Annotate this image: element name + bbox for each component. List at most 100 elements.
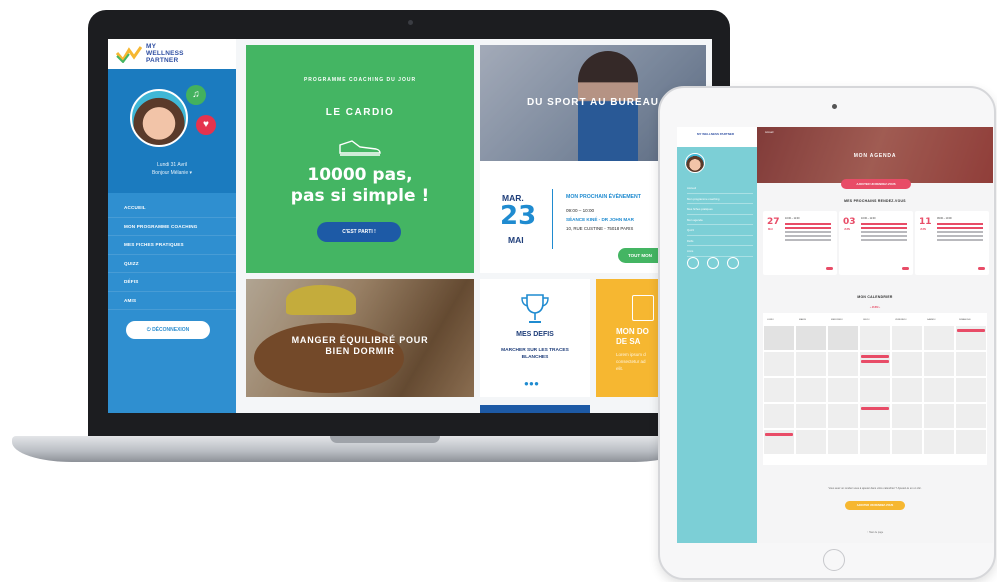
tablet-avatar[interactable] <box>685 153 705 173</box>
tablet-nav-coaching[interactable]: Mon programme coaching <box>687 194 753 204</box>
appointment-card[interactable]: 11 JUIN 09:00 – 10:00 <box>915 211 989 275</box>
sidebar-item-programme-coaching[interactable]: MON PROGRAMME COACHING <box>108 218 236 236</box>
health-file-title: MON DO DE SA <box>616 327 649 347</box>
calendar-event[interactable] <box>765 433 793 436</box>
profile-card: ♫ ♥ Lundi 31 Avril Bonjour Mélanie ▾ <box>108 69 236 193</box>
gear-icon[interactable] <box>727 257 739 269</box>
tablet-nav-fiches[interactable]: Mes fiches pratiques <box>687 204 753 215</box>
calendar-day-cell[interactable] <box>859 429 891 455</box>
calendar-day-cell[interactable] <box>923 325 955 351</box>
calendar-grid: ‹ JUIN › LUNDI MARDI MERCREDI JEUDI VENDREDI… <box>763 305 987 465</box>
carousel-dots[interactable]: ● ● ● <box>524 379 539 388</box>
sidebar-item-amis[interactable]: AMIS <box>108 292 236 310</box>
logo-mark-icon <box>116 46 142 63</box>
calendar-footer-text: Vous avez un rendez-vous à ajouter dans … <box>828 487 922 490</box>
profile-date: Lundi 31 Avril <box>157 162 187 168</box>
sidebar-item-fiches-pratiques[interactable]: MES FICHES PRATIQUES <box>108 236 236 255</box>
start-coaching-button[interactable]: C'EST PARTI ! <box>317 222 401 242</box>
calendar-day-cell[interactable] <box>891 351 923 377</box>
calendar-day-cell[interactable] <box>955 351 987 377</box>
logo-line-1: MY <box>146 43 157 50</box>
health-file-text-line-3: elit. <box>616 366 624 371</box>
calendar-day-cell[interactable] <box>795 403 827 429</box>
calendar-day-cell[interactable] <box>923 351 955 377</box>
sidebar-nav: ACCUEIL MON PROGRAMME COACHING MES FICHE… <box>108 199 236 310</box>
calendar-day-cell[interactable] <box>795 351 827 377</box>
calendar-day-cell[interactable] <box>859 377 891 403</box>
calendar-day-cell[interactable] <box>827 325 859 351</box>
calendar-event[interactable] <box>861 360 889 363</box>
calendar-day-cell[interactable] <box>827 403 859 429</box>
upcoming-title: MES PROCHAINS RENDEZ-VOUS <box>844 199 906 203</box>
calendar-day-cell[interactable] <box>955 429 987 455</box>
back-to-top-link[interactable]: ↑ Haut de page <box>867 531 883 534</box>
profile-date-greeting: Lundi 31 Avril Bonjour Mélanie ▾ <box>108 161 236 177</box>
calendar-day-cell[interactable] <box>891 429 923 455</box>
tablet-nav-agenda[interactable]: Mon agenda <box>687 215 753 225</box>
challenges-text-line-2: BLANCHES <box>521 355 549 360</box>
calendar-day-cell[interactable] <box>795 325 827 351</box>
appointment-action[interactable] <box>902 267 909 270</box>
sidebar-item-accueil[interactable]: ACCUEIL <box>108 199 236 218</box>
add-appointment-button[interactable]: AJOUTER UN RENDEZ-VOUS <box>841 179 911 189</box>
breadcrumb[interactable]: Accueil <box>765 131 773 134</box>
calendar-day-cell[interactable] <box>891 403 923 429</box>
notification-bell-icon[interactable]: ♫ <box>186 85 206 105</box>
tablet-nav-defis[interactable]: Défis <box>687 236 753 246</box>
calendar-day-cell[interactable] <box>955 403 987 429</box>
calendar-day-cell[interactable] <box>891 325 923 351</box>
challenges-tile[interactable]: MES DEFIS MARCHER SUR LES TRACES BLANCHE… <box>480 279 590 397</box>
logout-button[interactable]: ⏻ DÉCONNEXION <box>126 321 210 339</box>
sidebar-item-quizz[interactable]: QUIZZ <box>108 255 236 273</box>
calendar-day-cell[interactable] <box>891 377 923 403</box>
page-title: MON AGENDA <box>853 153 897 159</box>
calendar-day-cell[interactable] <box>827 377 859 403</box>
calendar-day-cell[interactable] <box>763 403 795 429</box>
sidebar-item-defis[interactable]: DÉFIS <box>108 273 236 292</box>
tablet-home-button <box>823 549 845 571</box>
tablet-screen: MY WELLNESS PARTNER Accueil Mon programm… <box>677 127 993 543</box>
calendar-day-cell[interactable] <box>923 429 955 455</box>
laptop-screen: MY WELLNESS PARTNER ♫ ♥ Lundi 31 Avril B… <box>108 39 712 413</box>
app-logo[interactable]: MY WELLNESS PARTNER <box>108 39 236 69</box>
tablet-camera <box>832 104 837 109</box>
tablet-nav-amis[interactable]: Amis <box>687 246 753 257</box>
trophy-icon <box>521 294 549 323</box>
appointment-card[interactable]: 03 JUIN 10:00 – 11:00 <box>839 211 913 275</box>
appointment-action[interactable] <box>826 267 833 270</box>
calendar-month-nav[interactable]: ‹ JUIN › <box>763 305 987 309</box>
appointment-action[interactable] <box>978 267 985 270</box>
calendar-event[interactable] <box>861 407 889 410</box>
calendar-weekday: SAMEDI <box>927 319 936 321</box>
calendar-day-cell[interactable] <box>763 325 795 351</box>
calendar-day-cell[interactable] <box>923 377 955 403</box>
coaching-headline: 10000 pas, pas si simple ! <box>246 165 474 207</box>
alert-badge-icon[interactable]: ♥ <box>196 115 216 135</box>
appointment-details <box>937 223 983 243</box>
calendar-weekday: VENDREDI <box>895 319 907 321</box>
calendar-day-cell[interactable] <box>955 377 987 403</box>
calendar-day-cell[interactable] <box>923 403 955 429</box>
tablet-nav-accueil[interactable]: Accueil <box>687 183 753 194</box>
calendar-weekday: LUNDI <box>767 319 774 321</box>
calendar-day-cell[interactable] <box>859 325 891 351</box>
nutrition-tile[interactable]: MANGER ÉQUILIBRÉ POUR BIEN DORMIR <box>246 279 474 397</box>
profile-greeting[interactable]: Bonjour Mélanie ▾ <box>108 169 236 177</box>
footer-add-appointment-button[interactable]: AJOUTER UN RENDEZ-VOUS <box>845 501 905 510</box>
avatar[interactable] <box>130 89 188 147</box>
calendar-day-cell[interactable] <box>795 429 827 455</box>
calendar-day-cell[interactable] <box>763 377 795 403</box>
tablet-nav-quizz[interactable]: Quizz <box>687 225 753 236</box>
calendar-event[interactable] <box>957 329 985 332</box>
calendar-day-cell[interactable] <box>795 377 827 403</box>
challenges-text: MARCHER SUR LES TRACES BLANCHES <box>486 347 584 361</box>
heart-icon[interactable] <box>687 257 699 269</box>
calendar-day-cell[interactable] <box>827 351 859 377</box>
calendar-day-cell[interactable] <box>827 429 859 455</box>
appointment-card[interactable]: 27 MAI 10:00 – 11:00 <box>763 211 837 275</box>
coaching-tile[interactable]: PROGRAMME COACHING DU JOUR LE CARDIO 100… <box>246 45 474 273</box>
calendar-event[interactable] <box>861 355 889 358</box>
tablet-logo[interactable]: MY WELLNESS PARTNER <box>677 127 757 147</box>
calendar-day-cell[interactable] <box>763 351 795 377</box>
pin-icon[interactable] <box>707 257 719 269</box>
